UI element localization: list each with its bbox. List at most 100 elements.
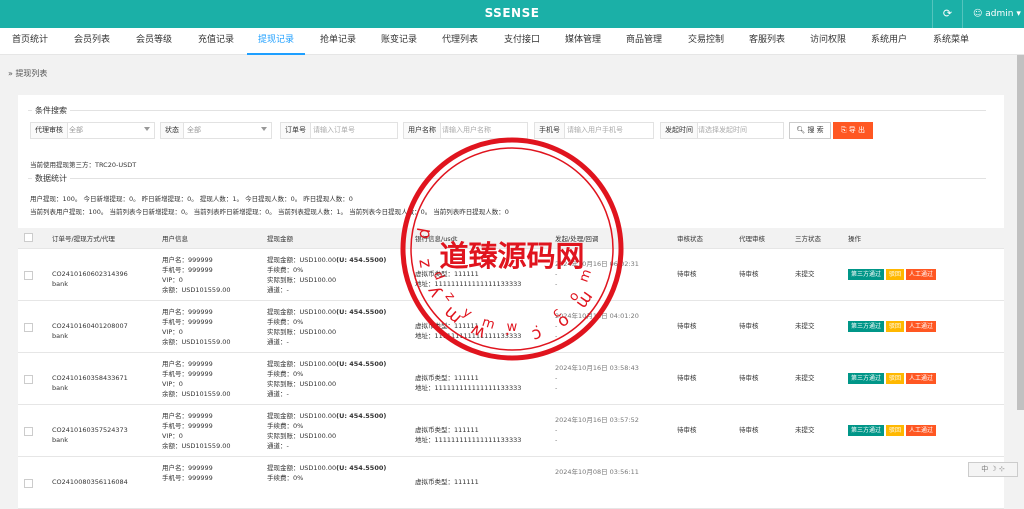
user-info-line: 手机号：999999 [162, 317, 213, 326]
reject-button[interactable]: 驳回 [886, 268, 905, 280]
withdraw-method: bank [52, 383, 68, 392]
refresh-icon[interactable]: ⟳ [932, 0, 962, 28]
user-info-line: 手机号：999999 [162, 369, 213, 378]
username-placeholder: 请输入用户名称 [442, 126, 491, 134]
manual-approve-button[interactable]: 人工通过 [906, 268, 937, 280]
chevron-down-icon [261, 127, 267, 131]
menu-item-orders[interactable]: 抢单记录 [312, 28, 364, 55]
user-cell: 用户名：999999 手机号：999999 VIP：0 余额：USD101559.00 [156, 352, 261, 405]
app-title: SSENSE [484, 6, 540, 20]
amount-usdt: (U: 454.5500) [336, 255, 387, 264]
menu-item-media[interactable]: 媒体管理 [557, 28, 609, 55]
col-amount: 提现金额 [261, 228, 409, 249]
input-method-widget: 中 ☽ ⊹ [968, 462, 1018, 477]
agent-audit-label: 代理审核 [31, 123, 68, 138]
manual-approve-button[interactable]: 人工通过 [906, 424, 937, 436]
audit-status: 待审核 [671, 300, 733, 353]
vertical-scrollbar[interactable] [1017, 55, 1024, 410]
reject-button[interactable]: 驳回 [886, 424, 905, 436]
menu-item-products[interactable]: 商品管理 [618, 28, 670, 55]
bank-line: 地址：111111111111111133333 [415, 331, 522, 340]
table-row: CO2410160401208007 bank 用户名：999999 手机号：9999… [18, 300, 1004, 353]
col-order: 订单号/提现方式/代理 [46, 228, 156, 249]
menu-item-trade-control[interactable]: 交易控制 [680, 28, 732, 55]
menu-item-home-stats[interactable]: 首页统计 [4, 28, 56, 55]
agent-status: 待审核 [733, 352, 789, 405]
bank-line: 虚拟币类型：111111 [415, 477, 479, 486]
col-third: 三方状态 [789, 228, 842, 249]
agent-audit-value: 全部 [69, 126, 83, 134]
order-cell: CO2410080356116084 [46, 456, 156, 509]
breadcrumb: » 提现列表 [8, 69, 48, 78]
third-party-approve-button[interactable]: 第三方通过 [848, 320, 885, 332]
search-button[interactable]: 🔍︎ 搜 索 [789, 122, 831, 139]
bank-cell: 虚拟币类型：111111 地址：111111111111111133333 [409, 300, 549, 353]
language-icon: 中 ☽ ⊹ [981, 465, 1005, 473]
stats-legend: 数据统计 [32, 173, 70, 184]
third-status: 未提交 [789, 352, 842, 405]
export-button-label: 导 出 [848, 126, 866, 134]
amount-line: 提现金额：USD100.00(U: 454.5500) [267, 411, 387, 420]
menu-item-customer-service[interactable]: 客服列表 [741, 28, 793, 55]
row-checkbox[interactable] [24, 426, 33, 436]
user-cell: 用户名：999999 手机号：999999 [156, 456, 261, 509]
menu-item-system-menu[interactable]: 系统菜单 [925, 28, 977, 55]
stats-fieldset: 数据统计 [28, 173, 986, 184]
row-checkbox[interactable] [24, 270, 33, 280]
user-menu[interactable]: ☺ admin ▾ [962, 0, 1024, 28]
third-status: 未提交 [789, 300, 842, 353]
manual-approve-button[interactable]: 人工通过 [906, 372, 937, 384]
menu-item-members[interactable]: 会员列表 [66, 28, 118, 55]
menu-item-member-levels[interactable]: 会员等级 [128, 28, 180, 55]
row-checkbox[interactable] [24, 374, 33, 384]
amount-detail: 手续费：0% [267, 317, 304, 326]
bank-line: 地址：111111111111111133333 [415, 435, 522, 444]
select-all-checkbox[interactable] [24, 233, 33, 243]
time-field[interactable]: 发起时间 请选择发起时间 [660, 122, 784, 139]
time-line: 2024年10月08日 03:56:11 [555, 467, 639, 476]
amount-cell: 提现金额：USD100.00(U: 454.5500) 手续费：0% 实际到账：US… [261, 404, 409, 457]
status-select[interactable]: 状态 全部 [160, 122, 272, 139]
row-checkbox[interactable] [24, 322, 33, 332]
username-field[interactable]: 用户名称 请输入用户名称 [403, 122, 528, 139]
order-no: CO2410160602314396 [52, 269, 128, 278]
user-info-line: VIP：0 [162, 379, 183, 388]
audit-status: 待审核 [671, 352, 733, 405]
menu-item-system-users[interactable]: 系统用户 [863, 28, 915, 55]
manual-approve-button[interactable]: 人工通过 [906, 320, 937, 332]
agent-audit-select[interactable]: 代理审核 全部 [30, 122, 155, 139]
withdraw-method: bank [52, 435, 68, 444]
menu-item-account-changes[interactable]: 账变记录 [373, 28, 425, 55]
col-times: 发起/处理/回调 [549, 228, 671, 249]
order-no: CO2410080356116084 [52, 477, 128, 486]
third-party-approve-button[interactable]: 第三方通过 [848, 268, 885, 280]
amount-usdt: (U: 454.5500) [336, 307, 387, 316]
time-placeholder: 请选择发起时间 [698, 126, 747, 134]
export-button[interactable]: ⎘ 导 出 [833, 122, 873, 139]
time-line: 2024年10月16日 03:58:43 [555, 363, 639, 372]
menu-item-payment[interactable]: 支付接口 [496, 28, 548, 55]
user-info-line: 手机号：999999 [162, 265, 213, 274]
reject-button[interactable]: 驳回 [886, 320, 905, 332]
amount-usdt: (U: 454.5500) [336, 463, 387, 472]
agent-status: 待审核 [733, 300, 789, 353]
bank-cell: 虚拟币类型：111111 地址：111111111111111133333 [409, 352, 549, 405]
user-info-line: 余额：USD101559.00 [162, 285, 231, 294]
menu-item-access[interactable]: 访问权限 [802, 28, 854, 55]
phone-field[interactable]: 手机号 请输入用户手机号 [534, 122, 654, 139]
bank-cell: 虚拟币类型：111111 地址：111111111111111133333 [409, 404, 549, 457]
third-party-approve-button[interactable]: 第三方通过 [848, 424, 885, 436]
menu-item-withdrawals[interactable]: 提现记录 [247, 28, 305, 55]
order-cell: CO2410160602314396 bank [46, 248, 156, 301]
third-party-approve-button[interactable]: 第三方通过 [848, 372, 885, 384]
user-info-line: 余额：USD101559.00 [162, 389, 231, 398]
reject-button[interactable]: 驳回 [886, 372, 905, 384]
operations-cell: 第三方通过 驳回 人工通过 [842, 404, 1004, 457]
row-checkbox[interactable] [24, 478, 33, 488]
time-label: 发起时间 [661, 123, 698, 138]
menu-item-recharge[interactable]: 充值记录 [190, 28, 242, 55]
user-info-line: 手机号：999999 [162, 421, 213, 430]
order-no-field[interactable]: 订单号 请输入订单号 [280, 122, 398, 139]
user-info-line: 手机号：999999 [162, 473, 213, 482]
menu-item-agents[interactable]: 代理列表 [434, 28, 486, 55]
